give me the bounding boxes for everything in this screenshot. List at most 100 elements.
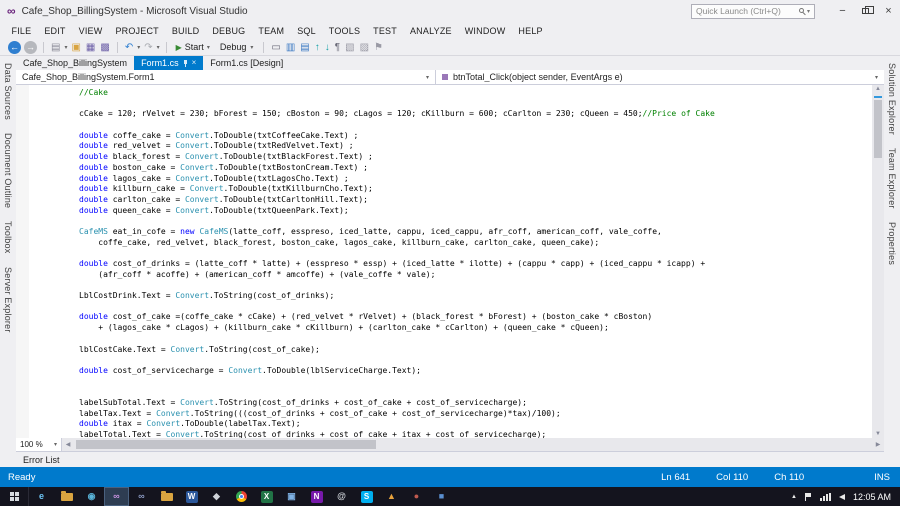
navigate-backward-icon[interactable]: ← (8, 41, 21, 54)
start-button[interactable] (0, 487, 29, 506)
close-button[interactable]: × (877, 0, 900, 22)
minimize-button[interactable]: − (831, 0, 854, 22)
document-outline-icon[interactable]: ▤ (299, 40, 310, 55)
vertical-scrollbar[interactable]: ▲ ▼ (872, 85, 884, 438)
horizontal-scrollbar[interactable]: ◀ ▶ (62, 438, 884, 451)
code-area[interactable]: //CakecCake = 120; rVelvet = 230; bFores… (29, 85, 872, 438)
save-all-icon[interactable]: ▩ (99, 40, 110, 55)
menu-debug[interactable]: DEBUG (206, 26, 252, 36)
mail-icon[interactable]: @ (329, 487, 354, 506)
save-icon[interactable]: ▦ (85, 40, 96, 55)
tab-form1-cs[interactable]: Form1.cs × (134, 56, 203, 70)
chevron-down-icon: ▾ (250, 44, 253, 51)
menu-sql[interactable]: SQL (291, 26, 323, 36)
network-icon[interactable] (820, 493, 831, 501)
tab-form1-cs-design[interactable]: Form1.cs [Design] (203, 56, 290, 70)
quick-launch-input[interactable]: Quick Launch (Ctrl+Q) ▾ (691, 4, 815, 19)
solution-config-dropdown[interactable]: Debug▾ (216, 42, 258, 52)
word-icon[interactable]: W (179, 487, 204, 506)
volume-icon[interactable] (839, 494, 845, 500)
navigate-down-icon[interactable]: ↓ (324, 40, 331, 55)
redo-icon[interactable]: ↷ (143, 40, 153, 55)
code-line: labelTax.Text = Convert.ToString(((cost_… (29, 409, 872, 420)
menu-team[interactable]: TEAM (252, 26, 291, 36)
onenote-icon[interactable]: N (304, 487, 329, 506)
menu-analyze[interactable]: ANALYZE (403, 26, 458, 36)
chevron-down-icon[interactable]: ▾ (807, 8, 810, 15)
excel-icon[interactable]: X (254, 487, 279, 506)
error-list-header[interactable]: Error List (16, 451, 884, 467)
code-line: double cost_of_servicecharge = Convert.T… (29, 366, 872, 377)
menu-help[interactable]: HELP (512, 26, 549, 36)
internet-explorer-icon[interactable]: e (29, 487, 54, 506)
app-icon-7[interactable] (154, 487, 179, 506)
app-icon-17[interactable]: ● (404, 487, 429, 506)
menu-project[interactable]: PROJECT (109, 26, 165, 36)
visual-studio-icon[interactable]: ∞ (104, 487, 129, 506)
media-player-icon[interactable]: ◉ (79, 487, 104, 506)
tool-tab-server-explorer[interactable]: Server Explorer (3, 267, 13, 333)
code-line: double lagos_cake = Convert.ToDouble(txt… (29, 174, 872, 185)
tab-cafe-shop-billingsystem[interactable]: Cafe_Shop_BillingSystem (16, 56, 134, 70)
menu-tools[interactable]: TOOLS (322, 26, 366, 36)
app-icon-16[interactable]: ▲ (379, 487, 404, 506)
code-line: double itax = Convert.ToDouble(labelTax.… (29, 419, 872, 430)
menu-file[interactable]: FILE (5, 26, 38, 36)
tool-tab-document-outline[interactable]: Document Outline (3, 133, 13, 208)
tool-tab-toolbox[interactable]: Toolbox (3, 221, 13, 253)
horizontal-scrollbar-thumb[interactable] (76, 440, 376, 449)
chevron-down-icon[interactable]: ▾ (157, 44, 160, 51)
find-in-files-icon[interactable]: ▥ (285, 40, 296, 55)
undo-icon[interactable]: ↶ (124, 40, 134, 55)
chevron-down-icon[interactable]: ▾ (64, 44, 67, 51)
system-tray: ▲ 12:05 AM (791, 492, 900, 502)
skype-icon[interactable]: S (354, 487, 379, 506)
menu-edit[interactable]: EDIT (38, 26, 72, 36)
tool-tab-team-explorer[interactable]: Team Explorer (887, 148, 897, 209)
app-icon-9[interactable]: ◆ (204, 487, 229, 506)
tool-tab-properties[interactable]: Properties (887, 222, 897, 265)
bookmark-icon[interactable]: ⚑ (373, 40, 384, 55)
file-explorer-icon[interactable] (54, 487, 79, 506)
scroll-up-icon[interactable]: ▲ (872, 86, 884, 92)
editor-indicator-margin[interactable] (16, 85, 29, 438)
clock[interactable]: 12:05 AM (853, 492, 891, 502)
zoom-value: 100 % (20, 440, 43, 449)
photos-icon[interactable]: ▣ (279, 487, 304, 506)
menu-view[interactable]: VIEW (72, 26, 109, 36)
new-file-icon[interactable]: ▤ (50, 40, 61, 55)
scroll-down-icon[interactable]: ▼ (872, 431, 884, 437)
app-icon-18[interactable]: ■ (429, 487, 454, 506)
open-file-icon[interactable]: ▣ (70, 40, 81, 55)
members-dropdown[interactable]: btnTotal_Click(object sender, EventArgs … (436, 70, 884, 84)
code-editor[interactable]: //CakecCake = 120; rVelvet = 230; bFores… (16, 85, 884, 438)
tool-tab-solution-explorer[interactable]: Solution Explorer (887, 63, 897, 135)
menu-test[interactable]: TEST (367, 26, 404, 36)
uncomment-icon[interactable]: ▨ (359, 40, 370, 55)
vertical-scrollbar-thumb[interactable] (874, 100, 882, 158)
close-icon[interactable]: × (192, 59, 197, 67)
attach-process-icon[interactable]: ▭ (270, 40, 281, 55)
tray-expand-icon[interactable]: ▲ (791, 494, 797, 500)
tab-label: Form1.cs (141, 58, 179, 68)
tool-tab-data-sources[interactable]: Data Sources (3, 63, 13, 120)
code-line (29, 120, 872, 131)
menu-window[interactable]: WINDOW (458, 26, 512, 36)
types-dropdown[interactable]: Cafe_Shop_BillingSystem.Form1 ▾ (16, 70, 436, 84)
scroll-right-icon[interactable]: ▶ (872, 438, 884, 451)
chevron-down-icon[interactable]: ▾ (137, 44, 140, 51)
start-debug-button[interactable]: ▶Start▾ (173, 42, 213, 52)
navigate-forward-icon[interactable]: → (24, 41, 37, 54)
comment-out-icon[interactable]: ▧ (344, 40, 355, 55)
app-icon-6[interactable]: ∞ (129, 487, 154, 506)
action-center-icon[interactable] (805, 493, 812, 501)
scroll-left-icon[interactable]: ◀ (62, 438, 74, 451)
editor-bottom-bar: 100 % ▾ ◀ ▶ (16, 438, 884, 451)
show-whitespace-icon[interactable]: ¶ (334, 40, 341, 55)
zoom-dropdown[interactable]: 100 % ▾ (16, 438, 62, 451)
navigate-up-icon[interactable]: ↑ (314, 40, 321, 55)
menu-build[interactable]: BUILD (165, 26, 206, 36)
chrome-icon[interactable] (229, 487, 254, 506)
pin-icon[interactable] (183, 60, 188, 67)
restore-button[interactable] (854, 0, 877, 22)
